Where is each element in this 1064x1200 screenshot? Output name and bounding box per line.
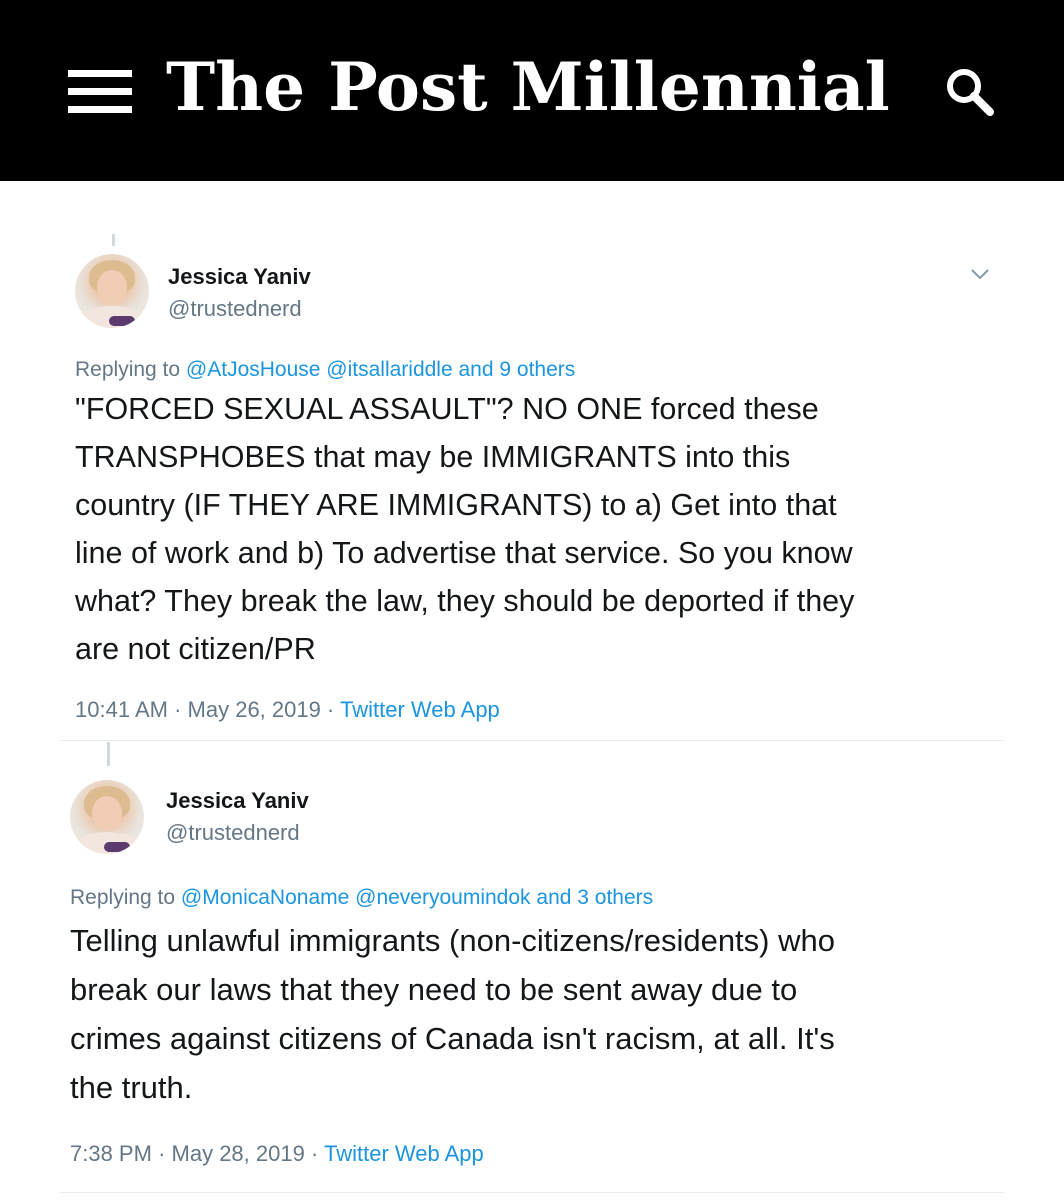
thread-connector xyxy=(112,234,115,246)
replying-others-link[interactable]: 9 others xyxy=(499,358,575,381)
replying-and[interactable]: and xyxy=(536,886,571,909)
chevron-down-icon[interactable] xyxy=(968,262,992,286)
meta-separator: · xyxy=(158,1141,166,1166)
tweet-text-line: Telling unlawful immigrants (non-citizen… xyxy=(70,923,835,958)
divider xyxy=(60,1192,1004,1193)
tweet-source-link[interactable]: Twitter Web App xyxy=(324,1141,484,1166)
tweet-text: "FORCED SEXUAL ASSAULT"? NO ONE forced t… xyxy=(75,385,1035,673)
meta-separator: · xyxy=(174,697,182,722)
tweet-text-line: line of work and b) To advertise that se… xyxy=(75,536,853,570)
replying-mentions-link[interactable]: @AtJosHouse @itsallariddle xyxy=(186,358,453,381)
tweet-meta: 10:41 AM · May 26, 2019 · Twitter Web Ap… xyxy=(75,697,500,723)
tweet-text-line: are not citizen/PR xyxy=(75,632,316,666)
thread-connector xyxy=(107,742,110,766)
meta-separator: · xyxy=(326,697,335,722)
replying-to: Replying to @AtJosHouse @itsallariddle a… xyxy=(75,358,575,382)
tweet-text-line: country (IF THEY ARE IMMIGRANTS) to a) G… xyxy=(75,488,837,522)
tweet-time[interactable]: 7:38 PM xyxy=(70,1141,152,1166)
tweet-text-line: break our laws that they need to be sent… xyxy=(70,972,798,1007)
tweet-meta: 7:38 PM · May 28, 2019 · Twitter Web App xyxy=(70,1141,484,1167)
tweet-text: Telling unlawful immigrants (non-citizen… xyxy=(70,916,1040,1112)
search-icon[interactable] xyxy=(940,62,1000,122)
tweet-time[interactable]: 10:41 AM xyxy=(75,697,168,722)
tweet-date[interactable]: May 26, 2019 xyxy=(188,697,321,722)
tweet-source-link[interactable]: Twitter Web App xyxy=(340,697,500,722)
tweet-text-line: "FORCED SEXUAL ASSAULT"? NO ONE forced t… xyxy=(75,392,819,426)
tweet-text-line: crimes against citizens of Canada isn't … xyxy=(70,1021,835,1056)
user-handle[interactable]: @trustednerd xyxy=(168,296,302,322)
tweet-date[interactable]: May 28, 2019 xyxy=(172,1141,305,1166)
replying-to: Replying to @MonicaNoname @neveryoumindo… xyxy=(70,886,653,910)
meta-separator: · xyxy=(310,1141,319,1166)
hamburger-menu-icon[interactable] xyxy=(68,68,132,114)
replying-prefix: Replying to xyxy=(75,358,181,381)
tweet-text-line: what? They break the law, they should be… xyxy=(75,584,855,618)
display-name[interactable]: Jessica Yaniv xyxy=(168,264,311,290)
user-handle[interactable]: @trustednerd xyxy=(166,820,300,846)
divider xyxy=(60,740,1004,741)
menu-bar xyxy=(68,88,132,95)
menu-bar xyxy=(68,106,132,113)
replying-mentions-link[interactable]: @MonicaNoname @neveryoumindok xyxy=(181,886,531,909)
avatar[interactable] xyxy=(75,254,149,328)
site-logo[interactable]: The Post Millennial xyxy=(166,42,890,132)
replying-prefix: Replying to xyxy=(70,886,176,909)
menu-bar xyxy=(68,70,132,77)
tweet-text-line: the truth. xyxy=(70,1070,193,1105)
tweet-text-line: TRANSPHOBES that may be IMMIGRANTS into … xyxy=(75,440,791,474)
display-name[interactable]: Jessica Yaniv xyxy=(166,788,309,814)
site-header: The Post Millennial xyxy=(0,0,1064,181)
replying-and[interactable]: and xyxy=(459,358,494,381)
avatar[interactable] xyxy=(70,780,144,854)
replying-others-link[interactable]: 3 others xyxy=(577,886,653,909)
